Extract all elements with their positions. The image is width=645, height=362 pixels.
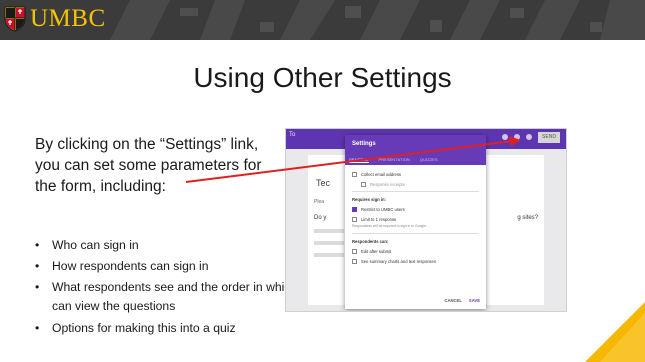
bullet-text: Options for making this into a quiz [52, 321, 236, 335]
forms-app-title: To [289, 132, 296, 138]
cancel-button[interactable]: CANCEL [444, 298, 461, 303]
settings-dialog-title: Settings [352, 141, 376, 147]
form-field-fragment: Plea [314, 199, 325, 205]
settings-dialog-body: Collect email address Response receipts … [345, 165, 486, 270]
umbc-shield-icon [4, 6, 26, 32]
palette-icon[interactable] [502, 134, 508, 140]
settings-dialog-header: Settings GENERAL PRESENTATION QUIZZES [345, 135, 486, 165]
section-divider [352, 233, 479, 234]
forms-toolbar-icons [502, 134, 532, 140]
save-button[interactable]: SAVE [469, 298, 480, 303]
bullet-item: Options for making this into a quiz [35, 319, 352, 340]
option-label: Collect email address [361, 171, 402, 177]
option-label: Edit after submit [361, 248, 392, 254]
limit-one-response-option[interactable]: Limit to 1 response [352, 214, 479, 224]
collect-email-option[interactable]: Collect email address [352, 169, 479, 179]
umbc-wordmark: UMBC [30, 5, 106, 32]
option-label: Restrict to UMBC users [361, 206, 405, 212]
option-note: Respondents will be required to sign in … [352, 224, 427, 228]
corner-accent-shape [585, 302, 645, 362]
section-heading: Respondents can: [352, 239, 389, 244]
form-question-fragment: Do y [314, 215, 327, 221]
form-answer-fragment: g sites? [517, 215, 538, 221]
section-divider [352, 191, 479, 192]
checkbox-icon[interactable] [352, 248, 357, 254]
see-summary-option[interactable]: See summary charts and text responses [352, 256, 479, 266]
checkbox-icon[interactable] [361, 181, 366, 187]
tab-general[interactable]: GENERAL [349, 158, 369, 163]
edit-after-submit-option[interactable]: Edit after submit [352, 246, 479, 256]
form-placeholder-line [314, 229, 344, 233]
intro-paragraph: By clicking on the “Settings” link, you … [35, 136, 262, 195]
settings-tabs: GENERAL PRESENTATION QUIZZES [349, 158, 438, 163]
section-heading: Requires sign in: [352, 197, 386, 202]
tab-quizzes[interactable]: QUIZZES [420, 158, 438, 163]
settings-dialog: Settings GENERAL PRESENTATION QUIZZES Co… [345, 135, 486, 309]
checkbox-icon[interactable] [352, 171, 357, 177]
form-placeholder-line [314, 253, 344, 257]
umbc-logo: UMBC [4, 6, 106, 32]
settings-gear-icon[interactable] [526, 134, 532, 140]
form-title-fragment: Tec [316, 178, 331, 188]
response-receipts-option[interactable]: Response receipts [352, 179, 479, 189]
option-label: Response receipts [370, 181, 405, 187]
option-label: Limit to 1 response [361, 216, 397, 222]
dialog-actions: CANCEL SAVE [444, 298, 480, 303]
option-label: See summary charts and text responses [361, 258, 436, 264]
header-banner: UMBC [0, 0, 645, 40]
tab-presentation[interactable]: PRESENTATION [379, 158, 410, 163]
checkbox-checked-icon[interactable] [352, 206, 357, 212]
forms-settings-screenshot: To SEND Tec Plea Do y g sites? Settings … [285, 128, 567, 312]
checkbox-icon[interactable] [352, 258, 357, 264]
form-placeholder-line [314, 241, 344, 245]
slide-title: Using Other Settings [193, 62, 452, 93]
preview-icon[interactable] [514, 134, 520, 140]
restrict-umbc-option[interactable]: Restrict to UMBC users [352, 204, 479, 214]
checkbox-icon[interactable] [352, 216, 357, 222]
send-button[interactable]: SEND [538, 132, 560, 143]
